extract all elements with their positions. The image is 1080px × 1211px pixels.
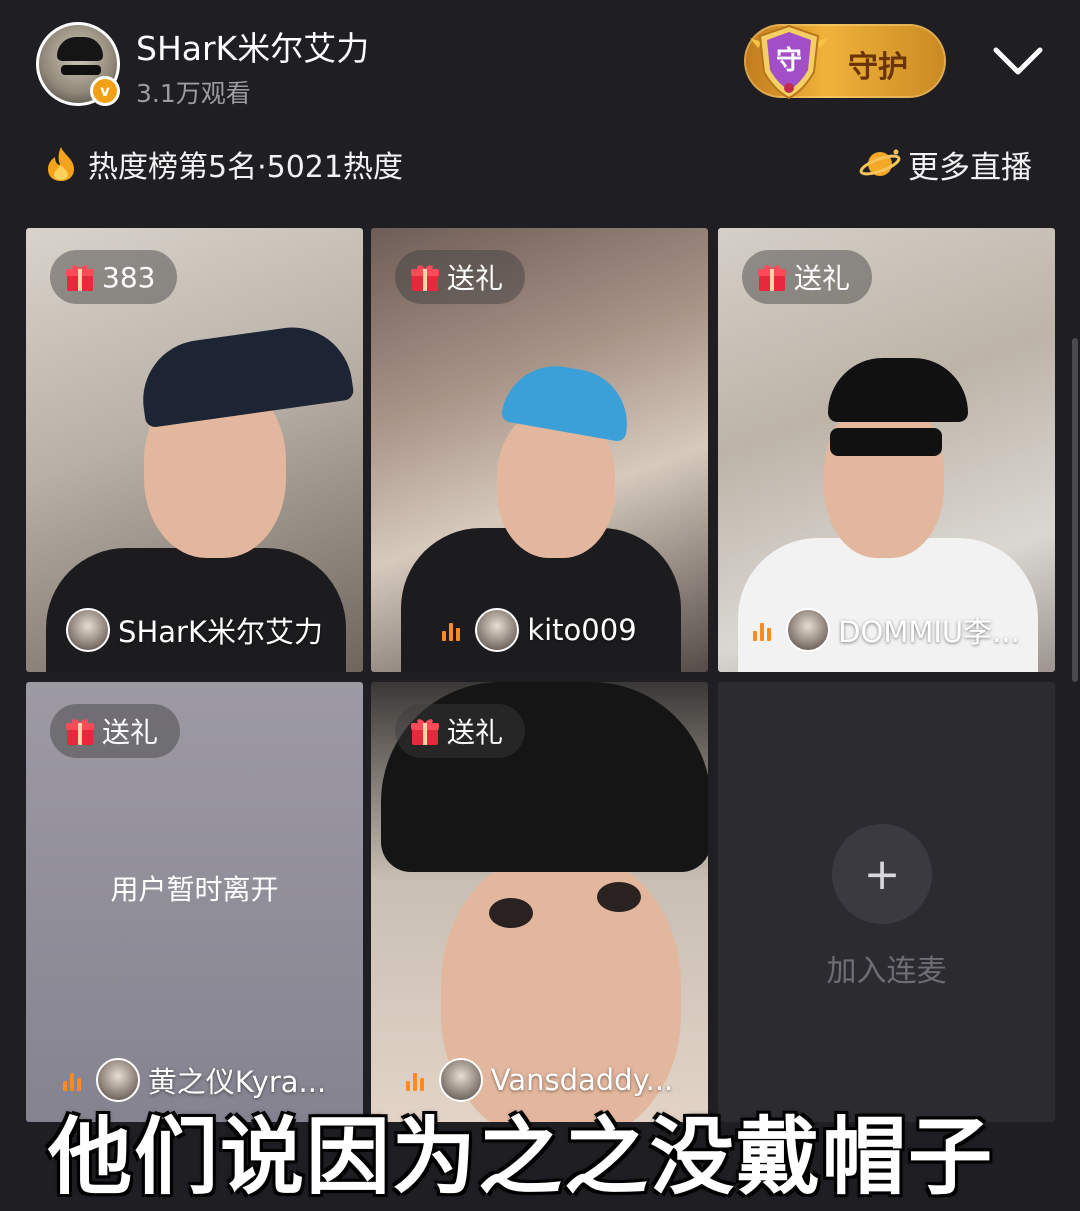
gift-button[interactable]: 送礼 (395, 250, 526, 304)
gift-label: 送礼 (447, 716, 504, 749)
user-name: DOMMIU李... (838, 615, 1020, 649)
more-live-label: 更多直播 (908, 149, 1032, 186)
gift-counter[interactable]: 383 (50, 250, 178, 304)
tile-name-row: SHarK米尔艾力 (26, 604, 363, 656)
guard-label: 守护 (848, 50, 908, 85)
gift-icon (411, 719, 439, 745)
user-avatar (66, 608, 111, 652)
mic-active-icon (753, 619, 774, 641)
gift-icon (411, 265, 439, 291)
flame-icon (48, 147, 74, 181)
gift-label: 送礼 (794, 262, 851, 295)
gift-label: 送礼 (102, 716, 159, 749)
user-avatar (786, 608, 831, 652)
mic-active-icon (62, 1069, 84, 1091)
viewer-count: 3.1万观看 (136, 79, 251, 108)
live-header: v SHarK米尔艾力 3.1万观看 守 守护 热度榜第5名·5021热度 更多… (0, 0, 1080, 220)
host-name[interactable]: SHarK米尔艾力 (136, 22, 369, 70)
gift-button[interactable]: 送礼 (50, 704, 181, 758)
gift-icon (758, 265, 786, 291)
tile-name-row: DOMMIU李... (718, 604, 1055, 656)
co-host-tile[interactable]: 送礼 kito009 (371, 228, 708, 672)
co-host-tile[interactable]: 送礼 DOMMIU李... (718, 228, 1055, 672)
gift-button[interactable]: 送礼 (395, 704, 526, 758)
chevron-down-icon[interactable] (990, 40, 1046, 80)
mic-active-icon (442, 619, 463, 641)
user-name: SHarK米尔艾力 (118, 615, 323, 649)
join-mic-slot[interactable]: + 加入连麦 (718, 682, 1055, 1122)
more-live-button[interactable]: 更多直播 (858, 138, 1032, 190)
user-name: kito009 (527, 613, 637, 647)
scrollbar[interactable] (1072, 338, 1078, 682)
user-avatar (475, 608, 520, 652)
hot-rank-text: 热度榜第5名·5021热度 (88, 150, 403, 185)
co-host-tile[interactable]: 383 SHarK米尔艾力 (26, 228, 363, 672)
tile-name-row: kito009 (371, 604, 708, 656)
planet-icon (859, 149, 901, 176)
verified-badge-icon: v (90, 76, 120, 106)
guard-shield-icon: 守 (750, 24, 828, 100)
co-host-tile[interactable]: 送礼 用户暂时离开 黄之仪Kyra... (26, 682, 363, 1122)
co-host-tile[interactable]: 送礼 Vansdaddy... (371, 682, 708, 1122)
plus-icon[interactable]: + (832, 824, 932, 924)
guard-button[interactable]: 守 守护 (744, 24, 946, 100)
gift-button[interactable]: 送礼 (742, 250, 873, 304)
user-away-status: 用户暂时离开 (110, 873, 279, 906)
gift-count: 383 (102, 260, 156, 294)
gift-label: 送礼 (447, 262, 504, 295)
join-mic-label: 加入连麦 (826, 954, 947, 989)
svg-text:守: 守 (776, 45, 802, 76)
gift-icon (66, 265, 94, 291)
hot-rank-row[interactable]: 热度榜第5名·5021热度 (44, 138, 403, 190)
mic-active-icon (405, 1069, 427, 1091)
gift-icon (66, 719, 94, 745)
